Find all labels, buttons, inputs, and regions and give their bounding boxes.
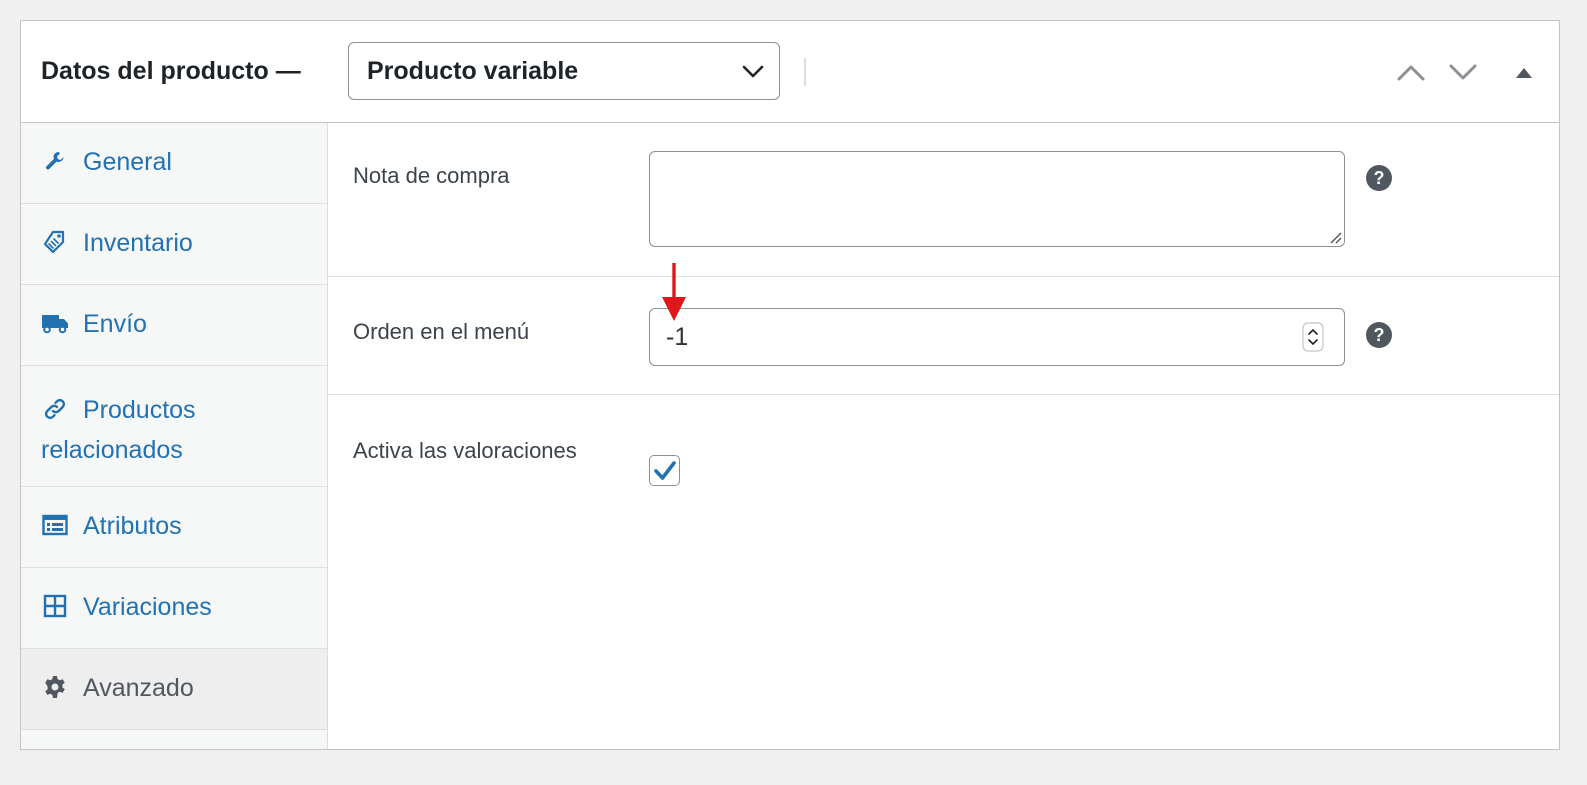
grid-icon [41, 592, 69, 620]
purchase-note-label: Nota de compra [353, 163, 510, 188]
purchase-note-row: Nota de compra ? [328, 123, 1559, 277]
tab-avanzado[interactable]: Avanzado [21, 649, 327, 730]
tab-envio[interactable]: Envío [21, 285, 327, 366]
enable-reviews-checkbox[interactable] [649, 455, 680, 486]
help-icon[interactable]: ? [1366, 322, 1392, 348]
tab-inventario[interactable]: Inventario [21, 204, 327, 285]
tag-icon [41, 228, 69, 256]
tab-label: Avanzado [83, 674, 194, 702]
product-tabs: General Inventario Envío Productos relac… [21, 123, 328, 749]
product-data-panel: Datos del producto — Producto variable G… [20, 20, 1560, 750]
tab-atributos[interactable]: Atributos [21, 487, 327, 568]
resize-grip-icon[interactable] [1328, 230, 1342, 244]
move-up-button[interactable] [1393, 54, 1429, 90]
panel-header: Datos del producto — Producto variable [21, 21, 1559, 123]
gear-icon [41, 673, 69, 701]
checkmark-icon [653, 460, 676, 480]
tab-productos-relacionados[interactable]: Productos relacionados [21, 366, 327, 487]
number-spinner-icon[interactable] [1302, 322, 1324, 352]
advanced-options: Nota de compra ? Orden en el menú -1 ? A… [328, 123, 1559, 749]
red-arrow-annotation [662, 263, 686, 321]
tab-label: General [83, 148, 172, 176]
menu-order-value: -1 [666, 322, 689, 351]
product-type-select[interactable]: Producto variable [348, 42, 780, 100]
menu-order-input[interactable]: -1 [649, 308, 1345, 366]
enable-reviews-label: Activa las valoraciones [353, 438, 577, 463]
move-down-button[interactable] [1445, 54, 1481, 90]
chevron-up-icon [1397, 65, 1425, 81]
chevron-down-icon [1449, 64, 1477, 80]
header-divider [804, 58, 806, 86]
chevron-down-icon [742, 65, 764, 78]
purchase-note-textarea[interactable] [649, 151, 1345, 247]
tab-variaciones[interactable]: Variaciones [21, 568, 327, 649]
product-type-value: Producto variable [367, 56, 579, 85]
tab-label: Atributos [83, 512, 182, 540]
list-card-icon [41, 511, 69, 539]
truck-icon [41, 309, 69, 337]
tab-label: Variaciones [83, 593, 212, 621]
toggle-panel-button[interactable] [1506, 54, 1542, 90]
tab-label: Inventario [83, 229, 193, 257]
tab-general[interactable]: General [21, 123, 327, 204]
help-icon[interactable]: ? [1366, 165, 1392, 191]
tab-label: Envío [83, 310, 147, 338]
panel-title: Datos del producto — [41, 57, 301, 85]
menu-order-label: Orden en el menú [353, 319, 530, 344]
link-icon [41, 395, 69, 423]
wrench-icon [41, 147, 69, 175]
triangle-up-icon [1516, 68, 1532, 78]
